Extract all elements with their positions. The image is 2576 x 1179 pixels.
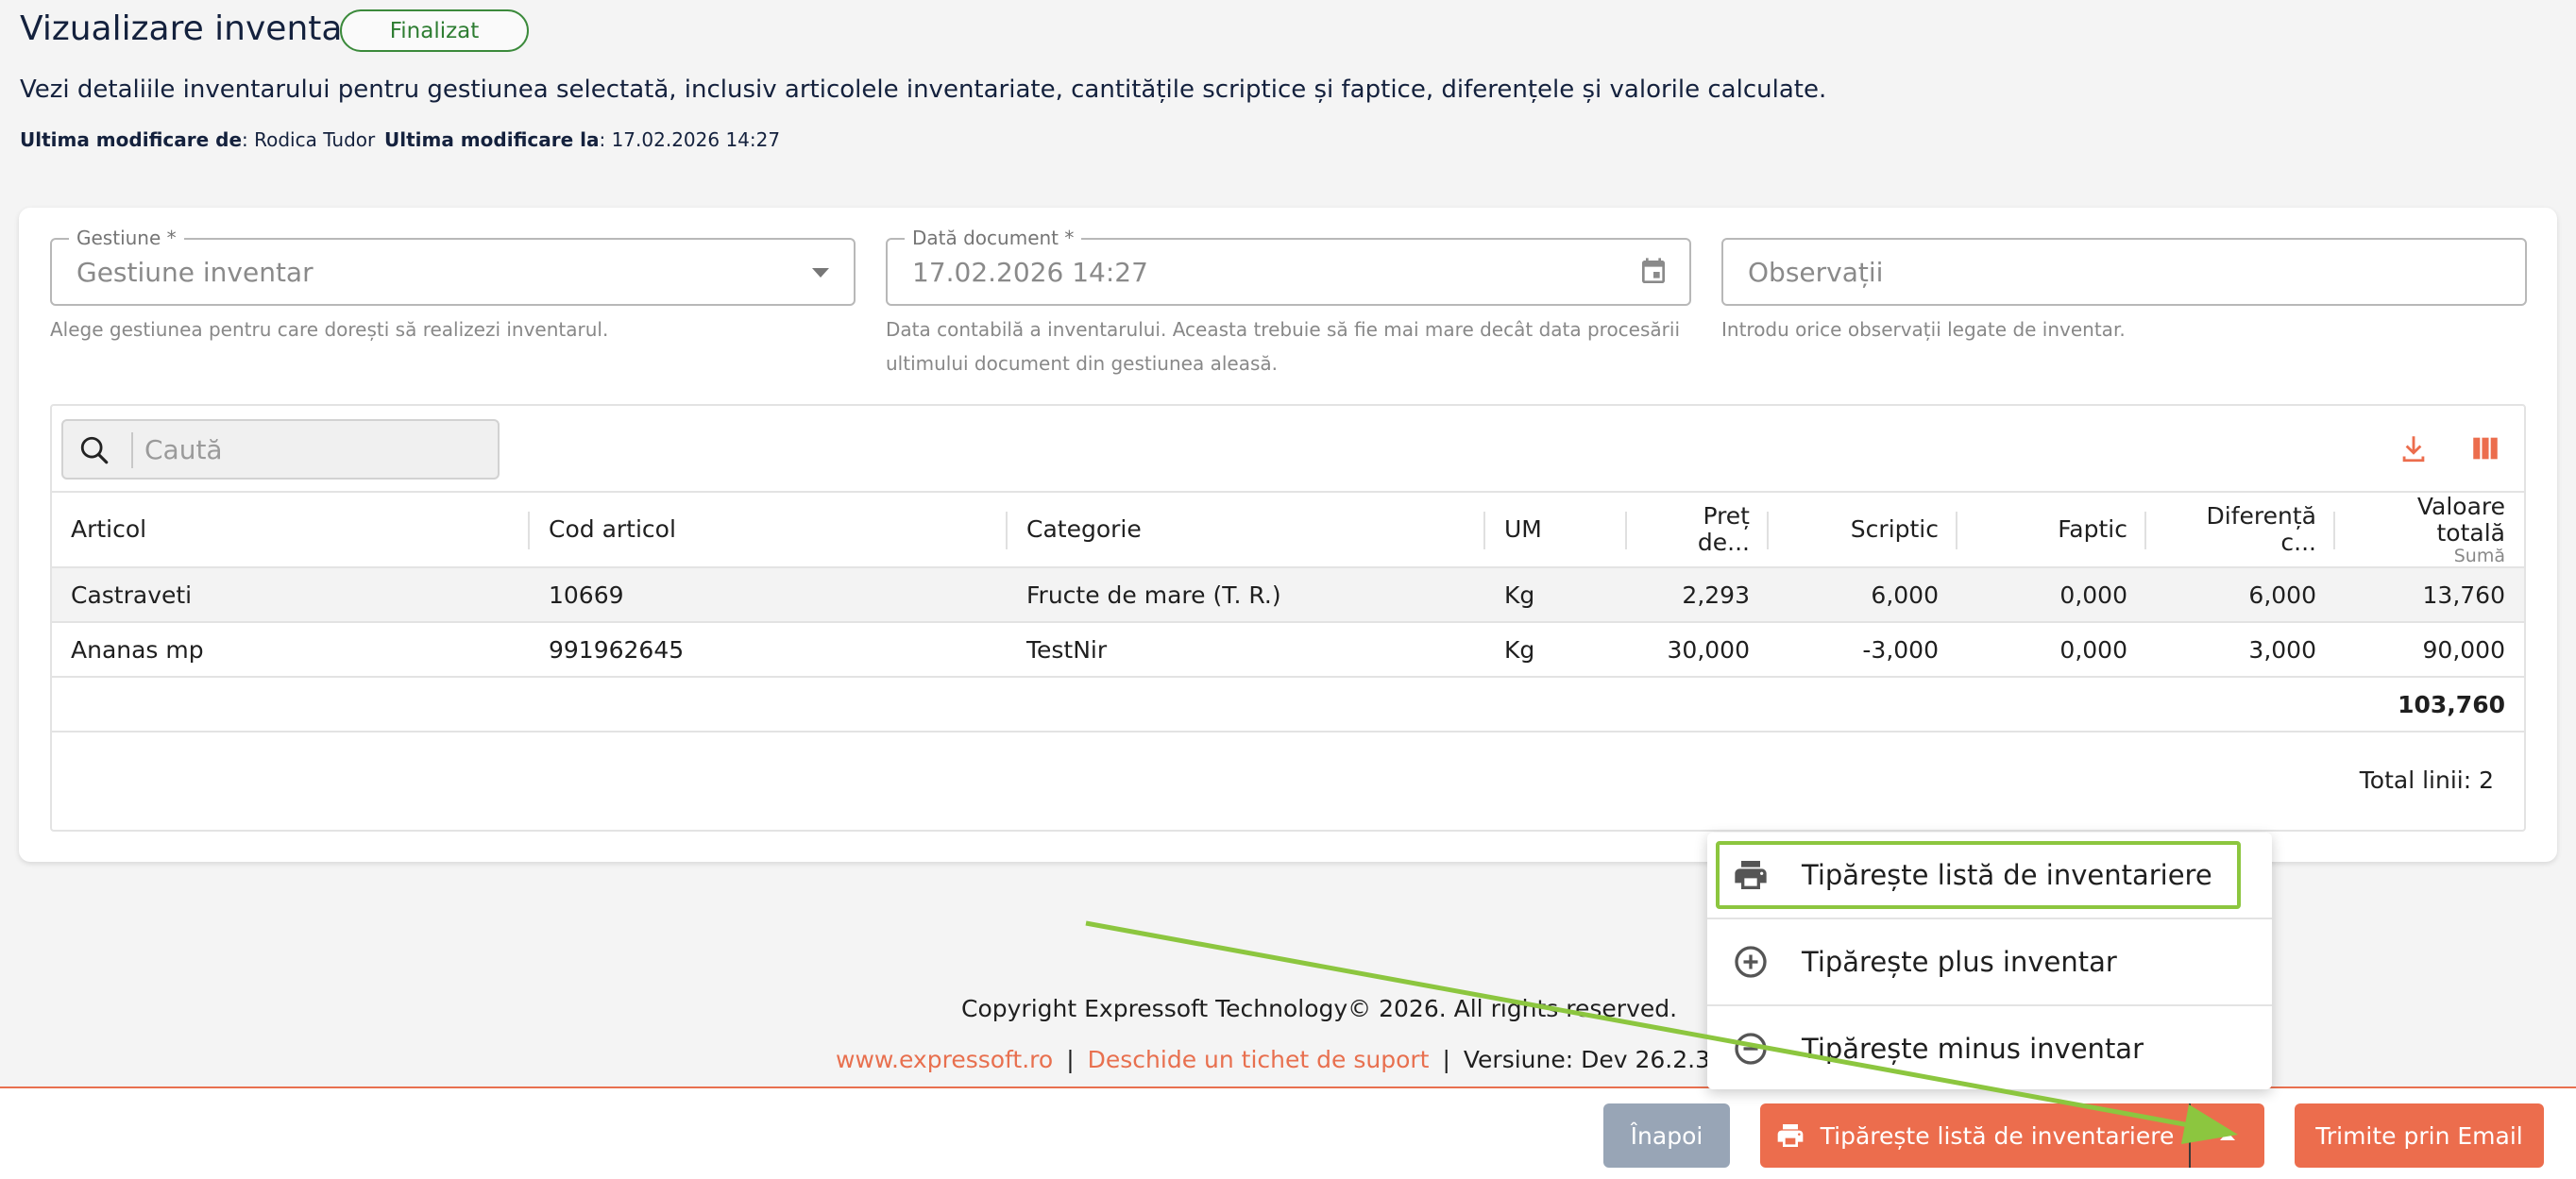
column-header[interactable]: Preț de... (1627, 491, 1769, 568)
total-value: 103,760 (2335, 677, 2524, 733)
modified-at-value: : 17.02.2026 14:27 (599, 128, 781, 151)
column-header[interactable]: Categorie (1008, 491, 1485, 568)
table-cell: 6,000 (1769, 567, 1957, 623)
modified-by-label: Ultima modificare de (20, 128, 243, 151)
menu-item-label: Tipărește plus inventar (1802, 946, 2117, 978)
menu-item-print-plus[interactable]: Tipărește plus inventar (1707, 919, 2272, 1004)
modified-by: Ultima modificare de: Rodica Tudor (20, 128, 375, 151)
total-spacer (52, 677, 2335, 733)
column-header[interactable]: Valoare totală Sumă (2335, 491, 2524, 568)
print-menu-toggle[interactable] (2189, 1103, 2264, 1168)
table-cell: 2,293 (1627, 567, 1769, 623)
table-cell: 0,000 (1957, 622, 2146, 678)
table-cell: Kg (1485, 622, 1627, 678)
modified-by-value: : Rodica Tudor (242, 128, 376, 151)
table-row[interactable]: Ananas mp 991962645 TestNir Kg 30,000 -3… (52, 622, 2524, 678)
modified-at-label: Ultima modificare la (384, 128, 600, 151)
status-badge: Finalizat (340, 9, 529, 52)
modified-at: Ultima modificare la: 17.02.2026 14:27 (384, 128, 780, 151)
column-header[interactable]: Articol (52, 491, 530, 568)
menu-item-print-minus[interactable]: Tipărește minus inventar (1707, 1006, 2272, 1091)
column-header[interactable]: UM (1485, 491, 1627, 568)
print-icon (1777, 1124, 1803, 1147)
table-cell: 90,000 (2335, 622, 2524, 678)
date-document-helper: Data contabilă a inventarului. Aceasta t… (886, 312, 1680, 380)
inventory-grid: Articol Cod articol Categorie UM Preț de… (50, 404, 2526, 832)
date-document-field[interactable]: Dată document * 17.02.2026 14:27 (886, 227, 1691, 306)
footer-separator: | (1066, 1046, 1075, 1073)
table-cell: Kg (1485, 567, 1627, 623)
table-header-row: Articol Cod articol Categorie UM Preț de… (52, 491, 2524, 568)
observations-field[interactable]: Observații (1721, 238, 2527, 306)
table-row[interactable]: Castraveti 10669 Fructe de mare (T. R.) … (52, 567, 2524, 623)
footer-separator: | (1442, 1046, 1450, 1073)
footer-links: www.expressoft.ro | Deschide un tichet de … (836, 1046, 1789, 1073)
print-button[interactable]: Tipărește listă de inventariere (1760, 1103, 2189, 1168)
support-link[interactable]: Deschide un tichet de suport (1088, 1046, 1430, 1073)
table-cell: 13,760 (2335, 567, 2524, 623)
website-link[interactable]: www.expressoft.ro (836, 1046, 1053, 1073)
print-button-label: Tipărește listă de inventariere (1820, 1121, 2175, 1150)
email-button[interactable]: Trimite prin Email (2295, 1103, 2544, 1168)
gestiune-helper: Alege gestiunea pentru care dorești să r… (50, 318, 609, 341)
page-title: Vizualizare inventar (20, 9, 357, 48)
calendar-icon[interactable] (1638, 255, 1669, 289)
observations-helper: Introdu orice observații legate de inven… (1721, 318, 2126, 341)
column-header[interactable]: Cod articol (530, 491, 1008, 568)
columns-icon[interactable] (2469, 432, 2501, 464)
gestiune-value: Gestiune inventar (76, 257, 314, 288)
download-icon[interactable] (2398, 432, 2430, 464)
table-cell: Castraveti (52, 567, 530, 623)
page-description: Vezi detaliile inventarului pentru gesti… (20, 76, 1827, 104)
column-header[interactable]: Faptic (1957, 491, 2146, 568)
back-button[interactable]: Înapoi (1603, 1103, 1730, 1168)
inventory-table: Articol Cod articol Categorie UM Preț de… (52, 491, 2524, 733)
total-row: 103,760 (52, 677, 2524, 733)
table-cell: 0,000 (1957, 567, 2146, 623)
plus-circle-icon (1735, 946, 1767, 978)
date-document-value: 17.02.2026 14:27 (912, 257, 1148, 288)
search-input[interactable] (144, 421, 484, 478)
search-icon (80, 436, 109, 464)
gestiune-label: Gestiune * (69, 227, 184, 249)
table-cell: -3,000 (1769, 622, 1957, 678)
date-helper-line-1: Data contabilă a inventarului. Aceasta t… (886, 318, 1680, 341)
date-document-label: Dată document * (905, 227, 1082, 249)
menu-item-label: Tipărește minus inventar (1802, 1033, 2144, 1065)
table-cell: Fructe de mare (T. R.) (1008, 567, 1485, 623)
chevron-up-icon (2220, 1131, 2235, 1140)
table-cell: Ananas mp (52, 622, 530, 678)
gestiune-select[interactable]: Gestiune * Gestiune inventar (50, 227, 856, 306)
search-divider (131, 432, 133, 468)
copyright-text: Copyright Expressoft Technology© 2026. A… (961, 995, 1678, 1022)
column-header[interactable]: Scriptic (1769, 491, 1957, 568)
minus-circle-icon (1735, 1033, 1767, 1065)
date-helper-line-2: ultimului document din gestiunea aleasă. (886, 352, 1278, 375)
table-cell: 30,000 (1627, 622, 1769, 678)
table-cell: 6,000 (2146, 567, 2335, 623)
search-box[interactable] (61, 419, 500, 480)
total-lines: Total linii: 2 (2359, 766, 2494, 794)
table-cell: 10669 (530, 567, 1008, 623)
table-cell: 3,000 (2146, 622, 2335, 678)
column-header[interactable]: Diferență c... (2146, 491, 2335, 568)
chevron-down-icon[interactable] (812, 268, 829, 278)
table-cell: 991962645 (530, 622, 1008, 678)
highlight-annotation (1716, 841, 2241, 909)
table-cell: TestNir (1008, 622, 1485, 678)
column-subheader: Sumă (2453, 546, 2505, 566)
observations-placeholder: Observații (1748, 257, 1884, 288)
